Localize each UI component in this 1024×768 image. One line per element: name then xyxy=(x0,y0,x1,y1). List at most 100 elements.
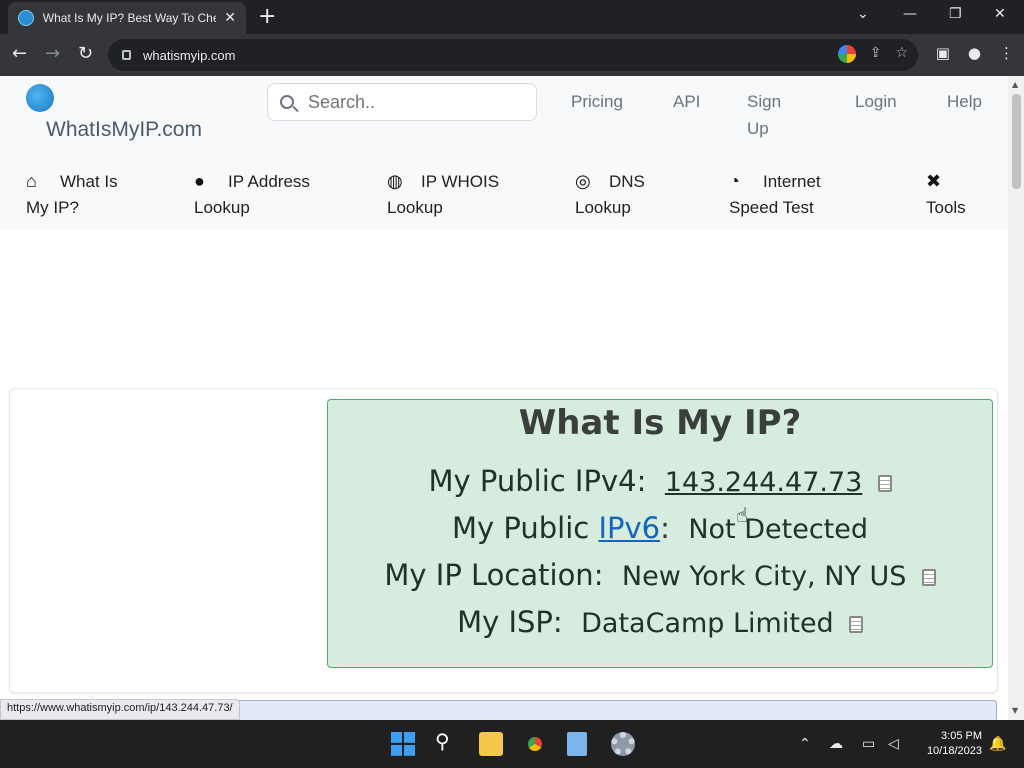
windows-start-icon[interactable] xyxy=(391,732,415,756)
clock-date: 10/18/2023 xyxy=(926,745,982,757)
mainnav-ip-whois-lookup[interactable]: ◍ IP WHOIS Lookup xyxy=(387,168,499,221)
search-icon xyxy=(280,95,294,109)
mainnav-label: IP WHOIS xyxy=(421,172,500,191)
onedrive-cloud-icon[interactable]: ☁ xyxy=(829,736,843,752)
browser-toolbar: ← → ↻ whatismyip.com ⇪ ☆ ▣ ● ⋮ xyxy=(0,34,1024,76)
mainnav-speed-test[interactable]: ◔ Internet Speed Test xyxy=(729,168,821,221)
ip-info-box: What Is My IP? My Public IPv4: 143.244.4… xyxy=(327,399,993,668)
nav-link-api[interactable]: API xyxy=(673,88,700,115)
settings-gear-icon[interactable] xyxy=(611,732,635,756)
globe-icon: ◍ xyxy=(387,171,403,191)
ip-box-title: What Is My IP? xyxy=(518,403,802,443)
logo-globe-icon[interactable] xyxy=(26,84,54,112)
side-panel-icon[interactable]: ▣ xyxy=(936,44,950,62)
ipv6-row: My Public IPv6: Not Detected xyxy=(328,511,992,547)
copy-icon[interactable] xyxy=(921,568,936,586)
location-label: My IP Location: xyxy=(384,558,604,592)
scroll-thumb[interactable] xyxy=(1012,94,1021,189)
volume-muted-icon[interactable]: ◁ xyxy=(888,736,899,752)
address-url[interactable]: whatismyip.com xyxy=(143,48,235,63)
tab-title: What Is My IP? Best Way To Check xyxy=(42,11,217,25)
nav-link-signup[interactable]: Sign Up xyxy=(747,88,781,142)
mainnav-label: Lookup xyxy=(387,198,443,217)
notification-bell-icon[interactable]: 🔔 xyxy=(989,736,1006,752)
ipv6-link[interactable]: IPv6 xyxy=(598,511,660,545)
bookmark-star-icon[interactable]: ☆ xyxy=(895,45,908,63)
tools-icon: ✖ xyxy=(926,171,942,191)
web-page: WhatIsMyIP.com Pricing API Sign Up Login… xyxy=(0,76,1008,720)
tab-close-icon[interactable]: ✕ xyxy=(224,10,236,26)
window-close-icon[interactable]: ✕ xyxy=(994,6,1006,22)
scroll-down-icon[interactable]: ▼ xyxy=(1012,706,1018,715)
mainnav-tools[interactable]: ✖ Tools xyxy=(926,168,966,221)
forward-icon[interactable]: → xyxy=(45,43,60,64)
location-row: My IP Location: New York City, NY US xyxy=(328,558,992,594)
home-icon: ⌂ xyxy=(26,171,37,191)
nav-link-login[interactable]: Login xyxy=(855,88,897,115)
mainnav-label: Internet xyxy=(763,172,821,191)
mainnav-label: Speed Test xyxy=(729,198,814,217)
site-header: WhatIsMyIP.com Pricing API Sign Up Login… xyxy=(0,76,1008,230)
nav-link-pricing[interactable]: Pricing xyxy=(571,88,623,115)
taskbar: ⚲ ⌃ ☁ ▭ ◁ 3:05 PM 10/18/2023 🔔 xyxy=(0,720,1024,768)
browser-tab[interactable]: What Is My IP? Best Way To Check ✕ xyxy=(8,2,246,34)
ipv6-value: Not Detected xyxy=(688,514,868,545)
signup-line1: Sign xyxy=(747,92,782,111)
ipv6-label: My Public xyxy=(452,511,590,545)
mainnav-label: Tools xyxy=(926,198,966,217)
search-box[interactable] xyxy=(267,83,537,121)
profile-icon[interactable]: ● xyxy=(968,44,981,62)
signup-line2: Up xyxy=(747,119,769,138)
tab-search-chevron-icon[interactable]: ⌄ xyxy=(857,6,869,22)
restore-icon[interactable]: ❐ xyxy=(949,6,962,22)
mainnav-label: IP Address xyxy=(228,172,310,191)
address-bar[interactable]: whatismyip.com ⇪ ☆ xyxy=(108,39,918,71)
site-logo[interactable]: WhatIsMyIP.com xyxy=(46,118,202,142)
mainnav-label: What Is xyxy=(60,172,118,191)
browser-tabstrip: What Is My IP? Best Way To Check ✕ + ⌄ —… xyxy=(0,0,1024,34)
copy-icon[interactable] xyxy=(877,474,892,492)
link-status-bar: https://www.whatismyip.com/ip/143.244.47… xyxy=(0,699,240,720)
mainnav-ip-address-lookup[interactable]: ● IP Address Lookup xyxy=(194,168,310,221)
file-explorer-icon[interactable] xyxy=(479,732,503,756)
ipv4-row: My Public IPv4: 143.244.47.73 xyxy=(328,464,992,500)
ipv6-colon: : xyxy=(660,511,670,545)
taskbar-search-icon[interactable]: ⚲ xyxy=(435,729,459,753)
mainnav-label: My IP? xyxy=(26,198,79,217)
nav-link-help[interactable]: Help xyxy=(947,88,982,115)
speedometer-icon: ◔ xyxy=(729,171,740,191)
lock-icon[interactable] xyxy=(122,50,131,60)
ipv4-label: My Public IPv4: xyxy=(428,464,647,498)
chrome-icon[interactable] xyxy=(523,732,547,756)
mainnav-dns-lookup[interactable]: ◎ DNS Lookup xyxy=(575,168,645,221)
scroll-up-icon[interactable]: ▲ xyxy=(1012,80,1018,89)
isp-value: DataCamp Limited xyxy=(581,608,834,639)
new-tab-icon[interactable]: + xyxy=(258,4,276,29)
mainnav-what-is-my-ip[interactable]: ⌂ What Is My IP? xyxy=(26,168,118,221)
mainnav-label: DNS xyxy=(609,172,645,191)
reload-icon[interactable]: ↻ xyxy=(78,43,93,64)
mainnav-label: Lookup xyxy=(194,198,250,217)
system-clock[interactable]: 3:05 PM 10/18/2023 xyxy=(918,729,982,759)
ipv4-link[interactable]: 143.244.47.73 xyxy=(665,467,863,498)
tray-chevron-icon[interactable]: ⌃ xyxy=(799,736,811,752)
copy-icon[interactable] xyxy=(848,615,863,633)
page-scrollbar[interactable]: ▲ ▼ xyxy=(1008,76,1024,720)
site-favicon-icon xyxy=(18,10,34,26)
notepad-icon[interactable] xyxy=(567,732,587,756)
isp-row: My ISP: DataCamp Limited xyxy=(328,605,992,641)
location-value: New York City, NY US xyxy=(621,561,907,592)
mainnav-label: Lookup xyxy=(575,198,631,217)
dns-globe-icon: ◎ xyxy=(575,171,591,191)
hand-cursor-icon: ☝ xyxy=(736,503,749,527)
google-icon[interactable] xyxy=(837,45,856,63)
clock-time: 3:05 PM xyxy=(941,730,982,742)
share-icon[interactable]: ⇪ xyxy=(870,45,882,63)
isp-label: My ISP: xyxy=(457,605,563,639)
network-icon[interactable]: ▭ xyxy=(862,736,875,752)
search-input[interactable] xyxy=(308,91,518,113)
back-icon[interactable]: ← xyxy=(12,43,27,64)
map-pin-icon: ● xyxy=(194,171,205,191)
menu-kebab-icon[interactable]: ⋮ xyxy=(999,44,1014,62)
minimize-icon[interactable]: — xyxy=(903,6,917,22)
